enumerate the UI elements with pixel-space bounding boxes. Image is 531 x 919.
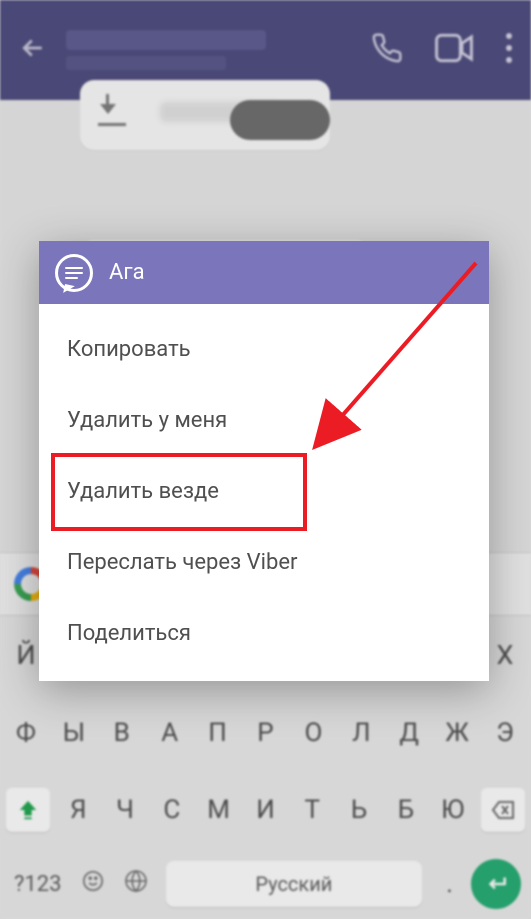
menu-item-forward[interactable]: Переслать через Viber: [39, 527, 489, 598]
message-icon: [55, 254, 93, 292]
context-menu-dialog: Ага Копировать Удалить у меня Удалить ве…: [39, 241, 489, 681]
dialog-title: Ага: [109, 260, 145, 285]
menu-item-delete-everywhere[interactable]: Удалить везде: [39, 456, 489, 527]
menu-item-delete-mine[interactable]: Удалить у меня: [39, 385, 489, 456]
dialog-header: Ага: [39, 241, 489, 304]
menu-item-share[interactable]: Поделиться: [39, 598, 489, 669]
menu-list: Копировать Удалить у меня Удалить везде …: [39, 304, 489, 681]
menu-item-copy[interactable]: Копировать: [39, 314, 489, 385]
